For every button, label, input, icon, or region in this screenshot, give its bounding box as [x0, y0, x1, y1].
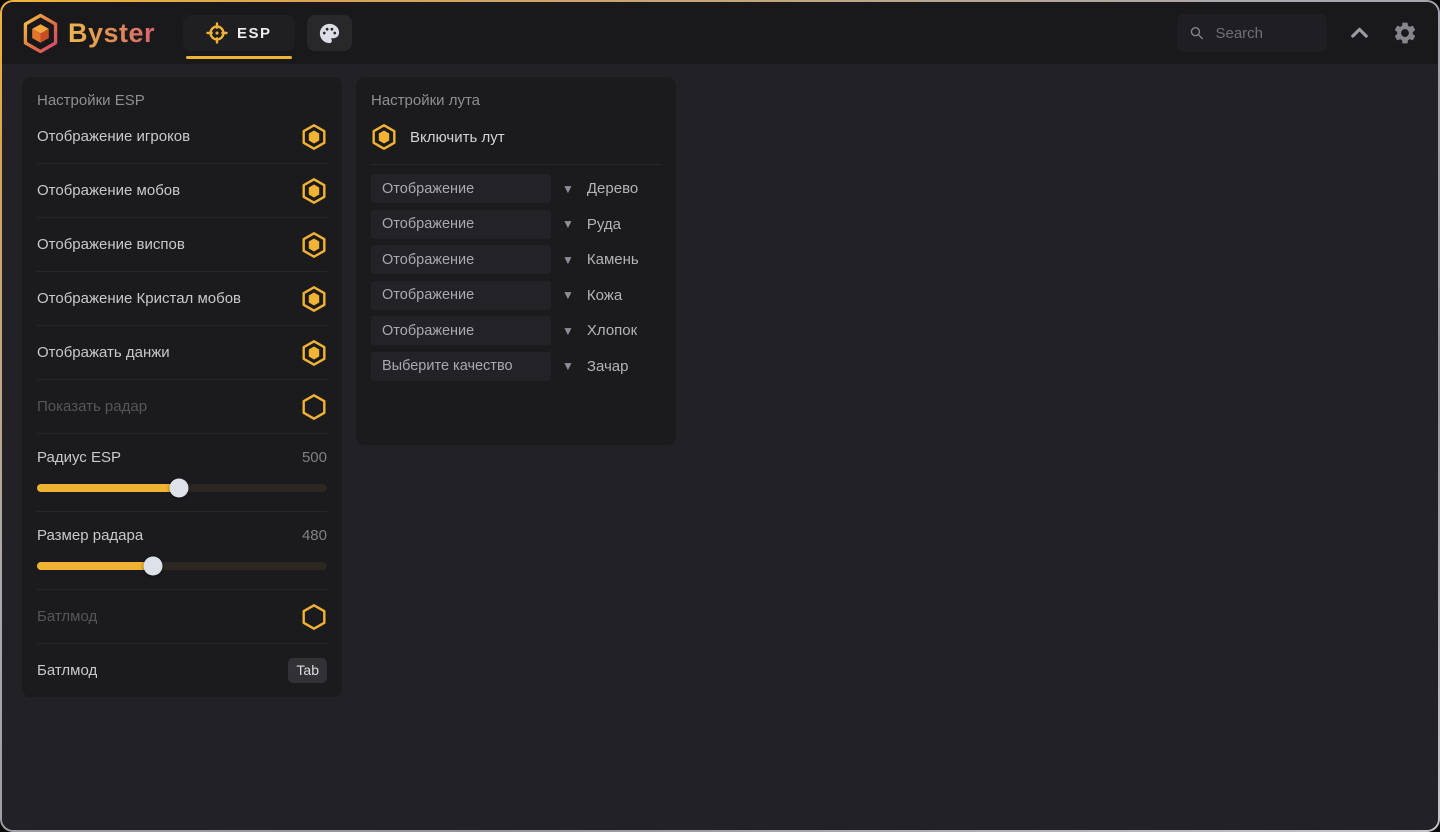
app-window: Byster ESP [0, 0, 1440, 832]
loot-select[interactable]: Выберите качество [371, 352, 551, 381]
hexagon-toggle-icon[interactable] [301, 123, 327, 151]
loot-dropdown-row: Отображение ▼ Дерево [371, 174, 661, 203]
hexagon-toggle-icon[interactable] [301, 177, 327, 205]
caret-down-icon[interactable]: ▼ [562, 182, 574, 196]
brand-name: Byster [68, 18, 155, 49]
loot-select[interactable]: Отображение [371, 210, 551, 239]
select-placeholder: Выберите качество [382, 358, 513, 374]
hexagon-toggle-icon[interactable] [301, 393, 327, 421]
radius-esp-group: Радиус ESP 500 [37, 434, 327, 512]
enable-loot-label: Включить лут [410, 129, 505, 146]
byster-logo-icon [22, 13, 59, 54]
radius-esp-slider[interactable] [37, 484, 327, 492]
select-placeholder: Отображение [382, 287, 474, 303]
radar-size-value: 480 [302, 527, 327, 544]
esp-toggle-list: Отображение игроков Отображение мобов От… [37, 110, 327, 434]
caret-down-icon[interactable]: ▼ [562, 324, 574, 338]
select-placeholder: Отображение [382, 181, 474, 197]
slider-thumb[interactable] [170, 479, 189, 498]
keybind-badge[interactable]: Tab [288, 658, 327, 683]
loot-dropdown-row: Отображение ▼ Камень [371, 245, 661, 274]
tab-theme[interactable] [307, 15, 352, 51]
toggle-row[interactable]: Отображение игроков [37, 110, 327, 164]
loot-panel-title: Настройки лута [371, 77, 661, 110]
loot-category-label: Зачар [587, 358, 629, 375]
battlemode-keybind-row: Батлмод Tab [37, 644, 327, 697]
caret-down-icon[interactable]: ▼ [562, 288, 574, 302]
chevron-up-icon [1347, 21, 1372, 46]
radar-size-label: Размер радара [37, 527, 143, 544]
select-placeholder: Отображение [382, 252, 474, 268]
toggle-row[interactable]: Отображать данжи [37, 326, 327, 380]
loot-dropdown-row: Отображение ▼ Кожа [371, 281, 661, 310]
enable-loot-toggle-row[interactable]: Включить лут [371, 110, 661, 165]
radar-size-group: Размер радара 480 [37, 512, 327, 590]
collapse-button[interactable] [1347, 21, 1372, 46]
slider-fill [37, 484, 179, 492]
gear-icon [1392, 20, 1418, 46]
loot-dropdown-row: Отображение ▼ Хлопок [371, 316, 661, 345]
select-placeholder: Отображение [382, 323, 474, 339]
header: Byster ESP [2, 2, 1438, 64]
loot-dropdown-row: Отображение ▼ Руда [371, 210, 661, 239]
header-actions [1177, 14, 1418, 52]
brand: Byster [22, 13, 155, 54]
toggle-label: Отображение мобов [37, 182, 180, 199]
loot-settings-panel: Настройки лута Включить лут Отображение … [356, 77, 676, 445]
loot-dropdown-list: Отображение ▼ Дерево Отображение ▼ Руда … [371, 165, 661, 445]
esp-panel-title: Настройки ESP [37, 77, 327, 110]
radius-esp-label: Радиус ESP [37, 449, 121, 466]
search-box[interactable] [1177, 14, 1327, 52]
caret-down-icon[interactable]: ▼ [562, 253, 574, 267]
battlemode-keybind-label: Батлмод [37, 662, 97, 679]
hexagon-toggle-icon[interactable] [301, 603, 327, 631]
hexagon-toggle-icon[interactable] [301, 339, 327, 367]
toggle-row[interactable]: Отображение мобов [37, 164, 327, 218]
caret-down-icon[interactable]: ▼ [562, 359, 574, 373]
toggle-label: Показать радар [37, 398, 147, 415]
loot-select[interactable]: Отображение [371, 174, 551, 203]
slider-fill [37, 562, 153, 570]
loot-select[interactable]: Отображение [371, 245, 551, 274]
main-content: Настройки ESP Отображение игроков Отобра… [2, 64, 1438, 830]
toggle-row[interactable]: Показать радар [37, 380, 327, 434]
toggle-label: Отображение виспов [37, 236, 185, 253]
radius-esp-value: 500 [302, 449, 327, 466]
tab-esp-label: ESP [237, 25, 272, 42]
search-icon [1189, 23, 1204, 43]
tab-bar: ESP [183, 2, 352, 64]
palette-icon [318, 22, 341, 45]
crosshair-icon [206, 22, 228, 44]
loot-category-label: Дерево [587, 180, 638, 197]
loot-category-label: Руда [587, 216, 621, 233]
toggle-row-battlemode[interactable]: Батлмод [37, 590, 327, 644]
window-body: Byster ESP [2, 2, 1438, 830]
search-input[interactable] [1213, 24, 1315, 43]
tab-esp[interactable]: ESP [183, 15, 295, 51]
hexagon-toggle-icon[interactable] [301, 285, 327, 313]
settings-button[interactable] [1392, 20, 1418, 46]
caret-down-icon[interactable]: ▼ [562, 217, 574, 231]
radar-size-slider[interactable] [37, 562, 327, 570]
hexagon-toggle-icon[interactable] [371, 123, 397, 151]
select-placeholder: Отображение [382, 216, 474, 232]
loot-category-label: Камень [587, 251, 639, 268]
loot-select[interactable]: Отображение [371, 316, 551, 345]
hexagon-toggle-icon[interactable] [301, 231, 327, 259]
battlemode-label: Батлмод [37, 608, 97, 625]
toggle-label: Отображение игроков [37, 128, 190, 145]
toggle-row[interactable]: Отображение Кристал мобов [37, 272, 327, 326]
toggle-label: Отображение Кристал мобов [37, 290, 241, 307]
toggle-label: Отображать данжи [37, 344, 170, 361]
toggle-row[interactable]: Отображение виспов [37, 218, 327, 272]
loot-dropdown-row: Выберите качество ▼ Зачар [371, 352, 661, 381]
loot-select[interactable]: Отображение [371, 281, 551, 310]
slider-thumb[interactable] [144, 557, 163, 576]
loot-category-label: Хлопок [587, 322, 637, 339]
loot-category-label: Кожа [587, 287, 622, 304]
esp-settings-panel: Настройки ESP Отображение игроков Отобра… [22, 77, 342, 697]
